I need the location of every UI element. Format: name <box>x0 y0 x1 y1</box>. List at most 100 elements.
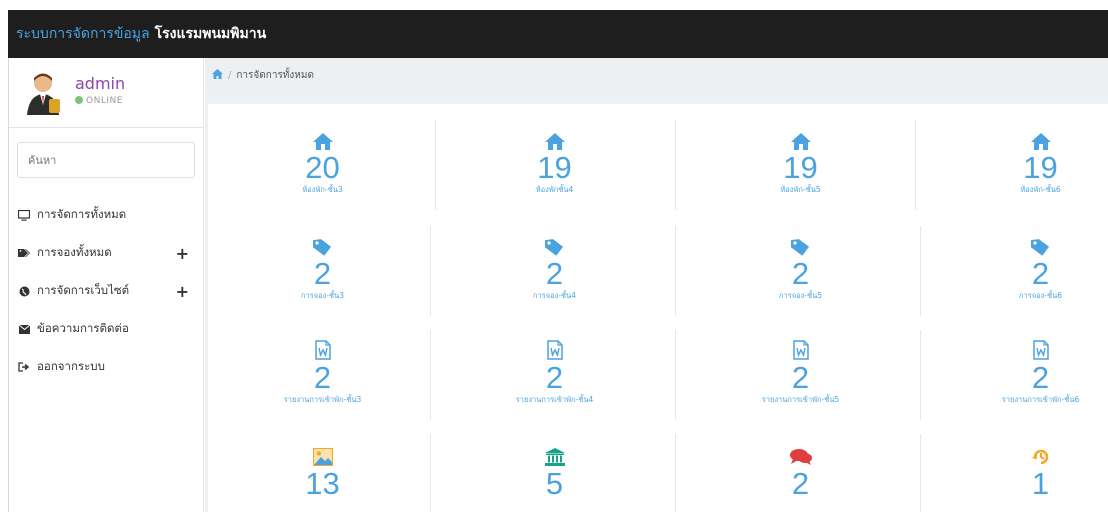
stat-tile-rooms-floor6[interactable]: 19 ห้องพัก-ชั้น6 <box>928 122 1108 195</box>
sidebar-menu: การจัดการทั้งหมด การจองทั้งหมด + การจัดก… <box>9 196 205 386</box>
sidebar-item-manage-all[interactable]: การจัดการทั้งหมด <box>9 196 205 234</box>
stat-tile-report-floor3[interactable]: 2 รายงานการเข้าพัก-ชั้น3 <box>210 332 435 405</box>
stat-tile-bookings-floor5[interactable]: 2 การจอง-ชั้น5 <box>688 228 913 301</box>
sidebar-item-label: ออกจากระบบ <box>37 359 105 373</box>
app-brand[interactable]: ระบบการจัดการข้อมูล โรงแรมพนมพิมาน <box>16 23 266 45</box>
stat-tile-messages[interactable]: 2 <box>688 438 913 501</box>
history-icon <box>928 438 1108 466</box>
sidebar-item-contact-messages[interactable]: ข้อความการติดต่อ <box>9 310 205 348</box>
tags-icon <box>17 248 31 258</box>
stat-tile-history[interactable]: 1 <box>928 438 1108 501</box>
stat-tile-bookings-floor3[interactable]: 2 การจอง-ชั้น3 <box>210 228 435 301</box>
sidebar-item-label: ข้อความการติดต่อ <box>37 321 129 335</box>
stat-tile-images[interactable]: 13 <box>210 438 435 501</box>
home-icon <box>928 122 1108 150</box>
tag-icon <box>688 228 913 256</box>
tag-icon <box>210 228 435 256</box>
home-icon[interactable] <box>212 68 223 82</box>
sidebar-item-bookings[interactable]: การจองทั้งหมด + <box>9 234 205 272</box>
sign-out-icon <box>17 362 31 372</box>
tag-icon <box>928 228 1108 256</box>
divider <box>920 330 921 420</box>
bank-icon <box>442 438 667 466</box>
stat-tile-rooms-floor5[interactable]: 19 ห้องพัก-ชั้น5 <box>688 122 913 195</box>
stat-label: การจอง-ชั้น3 <box>300 291 345 300</box>
divider <box>920 434 921 512</box>
comments-icon <box>688 438 913 466</box>
user-panel: admin ONLINE <box>9 58 203 128</box>
stat-tile-places[interactable]: 5 <box>442 438 667 501</box>
stat-label: การจอง-ชั้น5 <box>778 291 823 300</box>
word-file-icon <box>442 332 667 360</box>
stat-label: ห้องพักชั้น4 <box>535 185 574 194</box>
stat-value: 2 <box>791 256 810 291</box>
stat-value: 20 <box>305 150 340 185</box>
stat-value: 5 <box>545 466 564 501</box>
stat-tile-report-floor4[interactable]: 2 รายงานการเข้าพัก-ชั้น4 <box>442 332 667 405</box>
stat-value: 1 <box>1031 466 1050 501</box>
divider <box>675 120 676 210</box>
user-status: ONLINE <box>75 96 123 106</box>
tag-icon <box>442 228 667 256</box>
stat-value: 2 <box>1031 256 1050 291</box>
stat-value: 2 <box>791 360 810 395</box>
sidebar-item-label: การจองทั้งหมด <box>37 245 112 259</box>
status-text: ONLINE <box>86 96 123 106</box>
avatar <box>27 73 60 115</box>
stat-value: 2 <box>545 256 564 291</box>
stat-value: 2 <box>791 466 810 501</box>
stat-tile-report-floor5[interactable]: 2 รายงานการเข้าพัก-ชั้น5 <box>688 332 913 405</box>
divider <box>675 434 676 512</box>
main-content: / การจัดการทั้งหมด 20 ห้องพัก-ชั้น3 19 ห… <box>205 58 1108 512</box>
stat-value: 2 <box>313 360 332 395</box>
stat-tile-bookings-floor4[interactable]: 2 การจอง-ชั้น4 <box>442 228 667 301</box>
home-icon <box>210 122 435 150</box>
brand-hotel-name: โรงแรมพนมพิมาน <box>154 26 267 42</box>
home-icon <box>442 122 667 150</box>
stat-value: 19 <box>1023 150 1058 185</box>
breadcrumb: / การจัดการทั้งหมด <box>205 58 1108 92</box>
stat-label: รายงานการเข้าพัก-ชั้น5 <box>761 395 840 404</box>
stat-label: การจอง-ชั้น4 <box>532 291 577 300</box>
brand-system-name: ระบบการจัดการข้อมูล <box>16 26 150 42</box>
envelope-icon <box>17 324 31 334</box>
word-file-icon <box>688 332 913 360</box>
word-file-icon <box>210 332 435 360</box>
stat-value: 13 <box>305 466 340 501</box>
stat-label: ห้องพัก-ชั้น6 <box>1020 185 1061 194</box>
stat-label: ห้องพัก-ชั้น3 <box>302 185 343 194</box>
word-file-icon <box>928 332 1108 360</box>
stat-tile-report-floor6[interactable]: 2 รายงานการเข้าพัก-ชั้น6 <box>928 332 1108 405</box>
globe-icon <box>17 286 31 297</box>
stat-tile-rooms-floor4[interactable]: 19 ห้องพักชั้น4 <box>442 122 667 195</box>
stat-value: 19 <box>783 150 818 185</box>
top-navbar: ระบบการจัดการข้อมูล โรงแรมพนมพิมาน <box>0 0 1108 58</box>
stat-label: รายงานการเข้าพัก-ชั้น3 <box>283 395 362 404</box>
sidebar-item-website[interactable]: การจัดการเว็บไซต์ + <box>9 272 205 310</box>
stat-label: รายงานการเข้าพัก-ชั้น6 <box>1001 395 1080 404</box>
divider <box>435 120 436 210</box>
image-icon <box>210 438 435 466</box>
home-icon <box>688 122 913 150</box>
stat-value: 19 <box>537 150 572 185</box>
stat-tile-rooms-floor3[interactable]: 20 ห้องพัก-ชั้น3 <box>210 122 435 195</box>
sidebar: admin ONLINE การจัดการทั้งหมด การจองทั้ง… <box>8 58 204 512</box>
divider <box>675 330 676 420</box>
stat-label: การจอง-ชั้น6 <box>1018 291 1063 300</box>
stat-label: รายงานการเข้าพัก-ชั้น4 <box>515 395 594 404</box>
sidebar-item-label: การจัดการทั้งหมด <box>37 207 127 221</box>
divider <box>675 226 676 316</box>
expand-plus-icon[interactable]: + <box>176 244 189 263</box>
sidebar-item-label: การจัดการเว็บไซต์ <box>37 283 130 297</box>
sidebar-item-logout[interactable]: ออกจากระบบ <box>9 348 205 386</box>
search-input[interactable] <box>17 142 195 178</box>
stat-label: ห้องพัก-ชั้น5 <box>780 185 821 194</box>
stat-value: 2 <box>313 256 332 291</box>
online-dot-icon <box>75 96 83 104</box>
breadcrumb-current: การจัดการทั้งหมด <box>236 69 314 81</box>
monitor-icon <box>17 209 31 221</box>
expand-plus-icon[interactable]: + <box>176 282 189 301</box>
stat-value: 2 <box>545 360 564 395</box>
stat-tile-bookings-floor6[interactable]: 2 การจอง-ชั้น6 <box>928 228 1108 301</box>
divider <box>915 120 916 210</box>
